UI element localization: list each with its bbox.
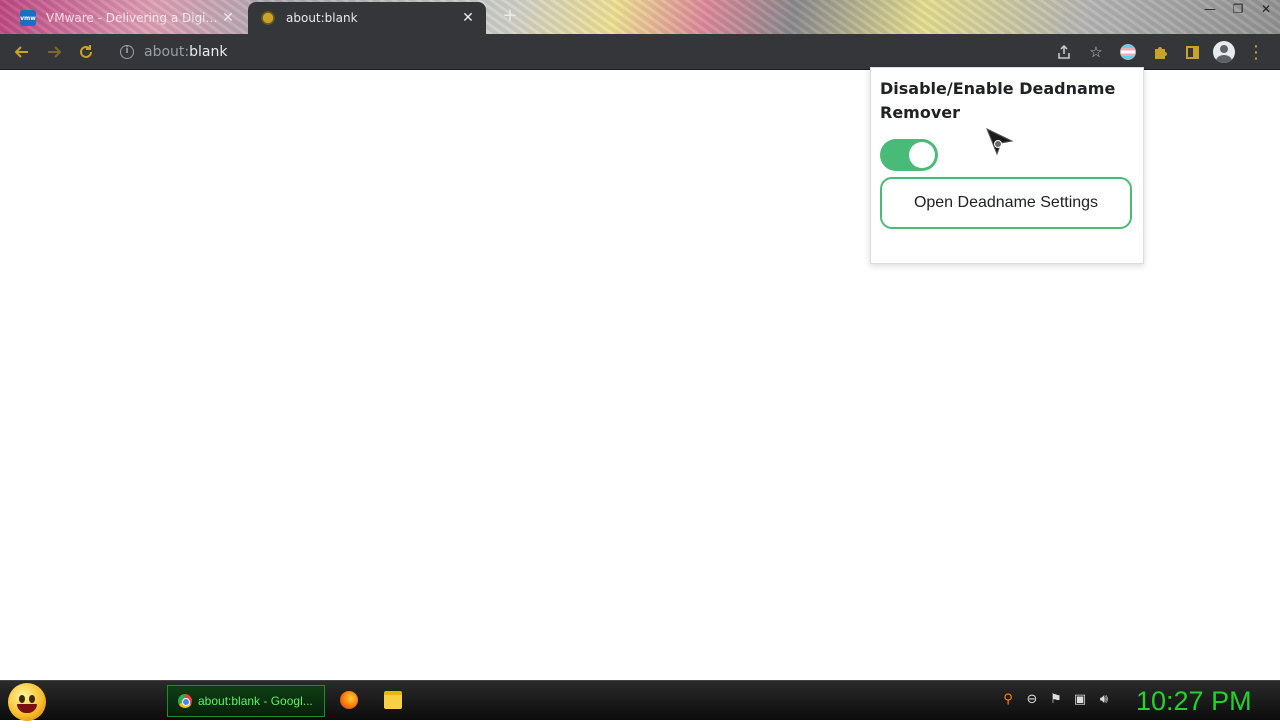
profile-button[interactable] [1208,36,1240,68]
toolbar-actions: ☆ ⋮ [1048,36,1272,68]
side-panel-icon [1185,45,1199,59]
tab-about-blank[interactable]: about:blank ✕ [248,2,486,34]
tab-vmware[interactable]: vmw VMware - Delivering a Digital Fo... … [8,2,246,34]
info-icon[interactable]: i [120,45,134,59]
taskbar-clock[interactable]: 10:27 PM [1136,683,1252,719]
folder-icon[interactable] [384,691,402,709]
blank-page-favicon-icon [260,10,276,26]
url-host: blank [189,44,228,60]
window-controls: — ❐ ✕ [1196,0,1280,20]
enable-toggle-switch[interactable] [880,139,938,171]
reload-button[interactable] [70,36,102,68]
deadname-extension-button[interactable] [1112,36,1144,68]
taskbar-item-title: about:blank - Googl... [198,694,313,708]
volume-icon[interactable]: 🔊︎ [1096,691,1112,709]
bookmark-star-icon[interactable]: ☆ [1080,36,1112,68]
avatar-icon [1213,41,1235,63]
url-scheme: about: [144,44,190,60]
arrow-right-icon [48,45,62,58]
side-panel-button[interactable] [1176,36,1208,68]
forward-button[interactable] [38,36,70,68]
tab-close-icon[interactable]: ✕ [218,10,238,26]
action-center-flag-icon[interactable]: ⚑ [1048,691,1064,709]
tray-status-icon[interactable]: ⊖ [1024,691,1040,709]
deadname-remover-popup: Disable/Enable Deadname Remover Open Dea… [870,67,1144,264]
close-window-button[interactable]: ✕ [1252,0,1280,20]
maximize-button[interactable]: ❐ [1224,0,1252,20]
reload-icon [80,44,92,58]
mouse-cursor-icon [986,128,1014,156]
taskbar-item-chrome[interactable]: about:blank - Googl... [167,685,325,717]
network-icon[interactable]: ▣ [1072,691,1088,709]
minimize-button[interactable]: — [1196,0,1224,20]
back-button[interactable] [6,36,38,68]
search-icon[interactable]: ⚲ [1000,691,1016,709]
trans-flag-icon [1120,44,1136,60]
address-bar[interactable]: i about: blank [108,38,1108,66]
tab-strip: vmw VMware - Delivering a Digital Fo... … [0,0,1280,34]
vmware-favicon-icon: vmw [20,10,36,26]
tab-title: about:blank [286,11,358,25]
system-tray: ⚲ ⊖ ⚑ ▣ 🔊︎ [1000,691,1112,709]
toggle-knob [909,142,935,168]
new-tab-button[interactable]: + [500,6,520,26]
share-icon[interactable] [1048,36,1080,68]
extensions-puzzle-icon[interactable] [1144,36,1176,68]
tab-close-icon[interactable]: ✕ [458,10,478,26]
popup-title: Disable/Enable Deadname Remover [880,79,1116,122]
firefox-icon[interactable] [340,691,358,709]
start-button-smiley-icon[interactable] [8,683,46,721]
tab-title: VMware - Delivering a Digital Fo... [46,11,218,25]
arrow-left-icon [14,45,28,58]
open-settings-button[interactable]: Open Deadname Settings [880,177,1132,229]
chrome-icon [178,694,192,708]
browser-toolbar: i about: blank ☆ ⋮ [0,34,1280,70]
taskbar: about:blank - Googl... ⚲ ⊖ ⚑ ▣ 🔊︎ 10:27 … [0,680,1280,721]
menu-kebab-icon[interactable]: ⋮ [1240,36,1272,68]
